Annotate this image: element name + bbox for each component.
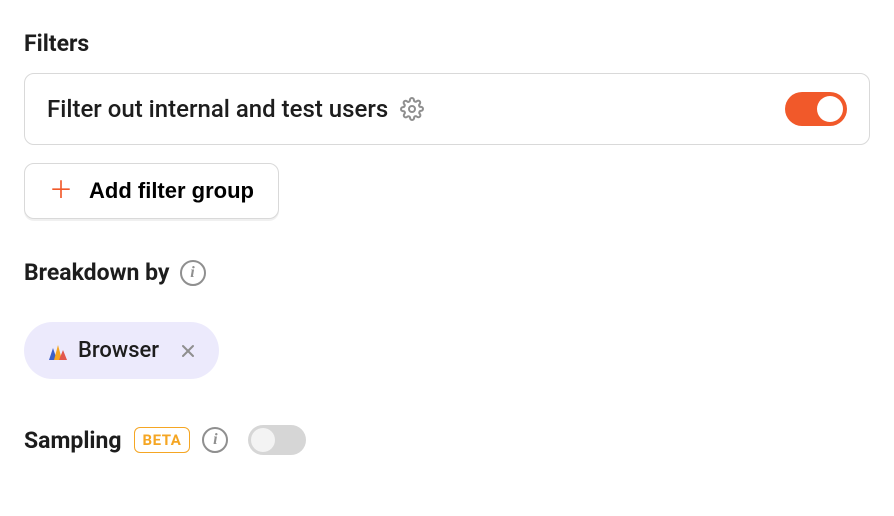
gear-icon[interactable]	[400, 97, 424, 121]
sampling-heading: Sampling	[24, 427, 122, 454]
add-filter-group-button[interactable]: ＋ Add filter group	[24, 163, 279, 219]
breakdown-heading-text: Breakdown by	[24, 259, 170, 286]
filter-internal-test-toggle[interactable]	[785, 92, 847, 126]
sampling-row: Sampling BETA i	[24, 425, 870, 455]
close-icon[interactable]	[181, 339, 195, 363]
add-filter-group-label: Add filter group	[89, 178, 254, 204]
info-icon[interactable]: i	[180, 260, 206, 286]
filters-heading-text: Filters	[24, 30, 89, 57]
breakdown-chip-browser[interactable]: Browser	[24, 322, 219, 379]
info-icon[interactable]: i	[202, 427, 228, 453]
filter-internal-test-label: Filter out internal and test users	[47, 95, 388, 123]
plus-icon: ＋	[49, 179, 73, 203]
breakdown-heading: Breakdown by i	[24, 259, 870, 286]
browser-icon	[48, 342, 68, 360]
sampling-toggle[interactable]	[248, 425, 306, 455]
toggle-knob	[817, 96, 843, 122]
beta-badge: BETA	[134, 427, 191, 453]
filters-heading: Filters	[24, 30, 870, 57]
breakdown-chip-label: Browser	[78, 338, 159, 363]
filter-internal-test-left: Filter out internal and test users	[47, 95, 424, 123]
toggle-knob	[251, 428, 275, 452]
filter-internal-test-card: Filter out internal and test users	[24, 73, 870, 145]
